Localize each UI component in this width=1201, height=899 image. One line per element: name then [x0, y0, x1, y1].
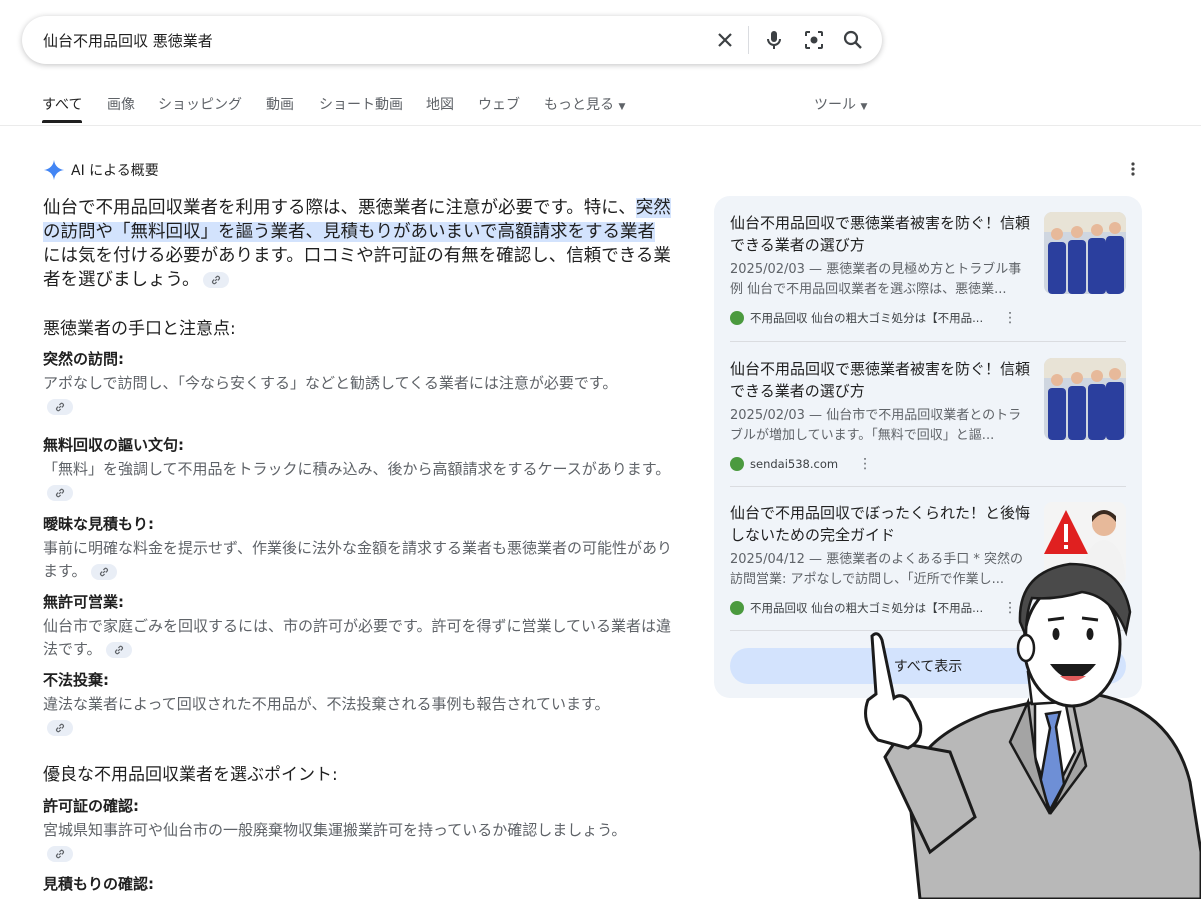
- link-icon: [55, 849, 65, 858]
- site-favicon-icon: [730, 601, 744, 615]
- search-icon[interactable]: [841, 28, 865, 52]
- item-text: アポなしで訪問し、「今なら安くする」などと勧誘してくる業者には注意が必要です。: [43, 372, 643, 418]
- link-icon: [212, 275, 221, 285]
- ai-overview-header: AI による概要: [43, 159, 159, 181]
- citation-link[interactable]: [47, 398, 73, 415]
- source-snippet: 2025/02/03 — 仙台市で不用品回収業者とのトラブルが増加しています。「…: [730, 408, 1022, 443]
- citation-link[interactable]: [203, 272, 230, 288]
- citation-link[interactable]: [47, 845, 73, 862]
- tabs-divider: [0, 125, 1201, 126]
- tab-tools-label: ツール: [814, 97, 856, 113]
- source-site: 不用品回収 仙台の粗大ゴミ処分は【不用品... ⋮: [730, 310, 1017, 326]
- section-heading: 悪徳業者の手口と注意点:: [43, 319, 236, 339]
- ai-overview-label: AI による概要: [71, 163, 159, 179]
- overview-summary: 仙台で不用品回収業者を利用する際は、悪徳業者に注意が必要です。特に、突然の訪問や…: [43, 196, 671, 292]
- link-icon: [55, 723, 65, 732]
- item-text: 宮城県知事許可や仙台市の一般廃棄物収集運搬業許可を持っているか確認しましょう。: [43, 819, 648, 865]
- tab-web[interactable]: ウェブ: [478, 94, 520, 114]
- chevron-down-icon: ▼: [860, 102, 868, 112]
- site-favicon-icon: [730, 311, 744, 325]
- item-title: 見積もりの確認:: [43, 875, 154, 893]
- source-thumbnail[interactable]: [1044, 212, 1126, 294]
- tab-tools[interactable]: ツール ▼: [814, 94, 867, 114]
- item-title: 不法投棄:: [43, 671, 109, 689]
- microphone-icon[interactable]: [762, 28, 786, 52]
- source-card[interactable]: 仙台不用品回収で悪徳業者被害を防ぐ！信頼できる業者の選び方 2025/02/03…: [730, 358, 1126, 473]
- search-input[interactable]: 仙台不用品回収 悪徳業者: [43, 30, 213, 51]
- citation-link[interactable]: [47, 484, 73, 501]
- item-text: 仙台市で家庭ごみを回収するには、市の許可が必要です。許可を得ずに営業している業者…: [43, 617, 672, 658]
- item-text: 「無料」を強調して不用品をトラックに積み込み、後から高額請求をするケースがありま…: [43, 458, 673, 504]
- businessman-illustration: [864, 562, 1201, 899]
- item-title: 無料回収の謳い文句:: [43, 436, 184, 454]
- more-options-icon[interactable]: ⋮: [1003, 310, 1017, 326]
- tab-videos[interactable]: 動画: [266, 94, 294, 114]
- item-title: 曖昧な見積もり:: [43, 515, 154, 533]
- tab-short-videos[interactable]: ショート動画: [319, 94, 403, 114]
- clear-icon[interactable]: [713, 28, 737, 52]
- divider: [730, 341, 1126, 342]
- divider: [730, 486, 1126, 487]
- more-options-icon[interactable]: ⋮: [858, 456, 872, 472]
- section-heading: 優良な不用品回収業者を選ぶポイント:: [43, 765, 338, 785]
- citation-link[interactable]: [90, 563, 117, 580]
- citation-link[interactable]: [105, 641, 132, 658]
- item-title: 突然の訪問:: [43, 350, 124, 368]
- search-divider: [748, 26, 749, 54]
- item-text: 事前に明確な料金を提示せず、作業後に法外な金額を請求する業者も悪徳業者の可能性が…: [43, 539, 672, 580]
- summary-text: 仙台で不用品回収業者を利用する際は、悪徳業者に注意が必要です。特に、: [43, 198, 636, 218]
- link-icon: [55, 488, 65, 497]
- citation-link[interactable]: [47, 719, 73, 736]
- more-options-icon[interactable]: [1126, 160, 1140, 178]
- link-icon: [114, 645, 123, 654]
- source-snippet: 2025/02/03 — 悪徳業者の見極め方とトラブル事例 仙台で不用品回収業者…: [730, 262, 1022, 297]
- summary-text-end: には気を付ける必要があります。口コミや許可証の有無を確認し、信頼できる業者を選び…: [43, 246, 671, 290]
- item-text: 違法な業者によって回収された不用品が、不法投棄される事例も報告されています。: [43, 693, 633, 739]
- link-icon: [55, 402, 65, 411]
- site-favicon-icon: [730, 457, 744, 471]
- search-bar[interactable]: 仙台不用品回収 悪徳業者: [22, 16, 882, 64]
- source-site: sendai538.com ⋮: [730, 456, 872, 472]
- source-card[interactable]: 仙台不用品回収で悪徳業者被害を防ぐ！信頼できる業者の選び方 2025/02/03…: [730, 212, 1126, 327]
- gemini-sparkle-icon: [43, 159, 65, 181]
- tab-more[interactable]: もっと見る ▼: [544, 94, 625, 114]
- tab-all[interactable]: すべて: [42, 94, 83, 123]
- tab-maps[interactable]: 地図: [426, 94, 454, 114]
- chevron-down-icon: ▼: [618, 102, 626, 112]
- tab-images[interactable]: 画像: [107, 94, 135, 114]
- item-title: 無許可営業:: [43, 593, 124, 611]
- source-thumbnail[interactable]: [1044, 358, 1126, 440]
- tab-more-label: もっと見る: [544, 97, 614, 113]
- item-title: 許可証の確認:: [43, 797, 139, 815]
- lens-icon[interactable]: [802, 28, 826, 52]
- source-title[interactable]: 仙台で不用品回収でぼったくられた！と後悔しないための完全ガイド: [730, 502, 1030, 546]
- tab-shopping[interactable]: ショッピング: [158, 94, 242, 114]
- link-icon: [99, 567, 108, 576]
- source-title[interactable]: 仙台不用品回収で悪徳業者被害を防ぐ！信頼できる業者の選び方: [730, 358, 1030, 402]
- source-title[interactable]: 仙台不用品回収で悪徳業者被害を防ぐ！信頼できる業者の選び方: [730, 212, 1030, 256]
